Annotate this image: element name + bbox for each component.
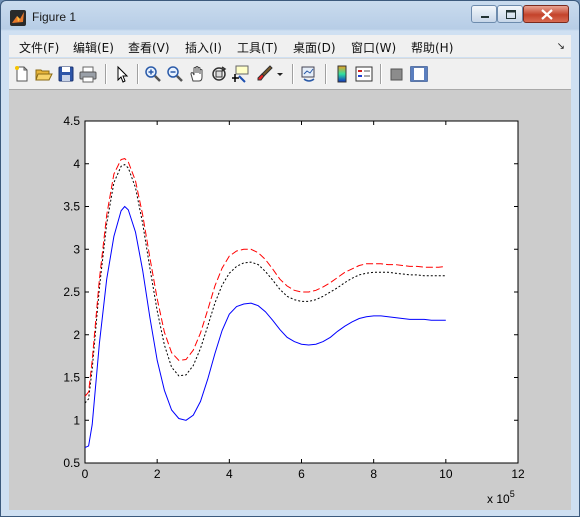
figure-toolbar xyxy=(9,58,571,90)
toolbar-separator xyxy=(292,64,294,84)
pan-hand-icon[interactable] xyxy=(188,65,206,83)
y-tick-label: 3 xyxy=(73,242,80,256)
zoom-out-icon[interactable] xyxy=(166,65,184,83)
menu-help[interactable]: 帮助(H) xyxy=(411,39,453,56)
y-tick-label: 3.5 xyxy=(63,200,80,214)
menu-desktop[interactable]: 桌面(D) xyxy=(293,39,336,56)
axes-background xyxy=(84,120,519,464)
show-plot-tools-icon[interactable] xyxy=(410,65,428,83)
x-exponent-label: x 105 xyxy=(487,489,515,506)
menu-tools[interactable]: 工具(T) xyxy=(237,39,278,56)
toolbar-separator xyxy=(325,64,327,84)
brush-icon[interactable] xyxy=(256,65,274,83)
brush-dropdown-arrow-icon[interactable] xyxy=(275,65,285,83)
menu-bar: 文件(F) 编辑(E) 查看(V) 插入(I) 工具(T) 桌面(D) 窗口(W… xyxy=(9,35,571,57)
title-bar[interactable]: Figure 1 xyxy=(1,1,579,33)
x-tick-label: 6 xyxy=(298,467,305,481)
menu-view[interactable]: 查看(V) xyxy=(128,39,170,56)
maximize-icon xyxy=(506,10,516,19)
window-title: Figure 1 xyxy=(32,10,77,24)
y-tick-label: 1.5 xyxy=(63,371,80,385)
zoom-in-icon[interactable] xyxy=(144,65,162,83)
x-tick-label: 4 xyxy=(226,467,233,481)
new-figure-icon[interactable] xyxy=(13,65,31,83)
save-figure-icon[interactable] xyxy=(57,65,75,83)
y-tick-label: 2.5 xyxy=(63,285,80,299)
y-tick-label: 4 xyxy=(73,157,80,171)
toolbar-separator xyxy=(137,64,139,84)
menu-window[interactable]: 窗口(W) xyxy=(351,39,396,56)
menu-insert[interactable]: 插入(I) xyxy=(185,39,222,56)
toolbar-separator xyxy=(105,64,107,84)
open-file-icon[interactable] xyxy=(35,65,53,83)
matlab-app-icon xyxy=(10,10,26,26)
close-icon xyxy=(541,9,553,20)
x-tick-label: 10 xyxy=(439,467,453,481)
figure-canvas: 0 2 4 6 8 10 12 0.5 1 1.5 2 2.5 3 3.5 4 4.5 x 105 xyxy=(9,90,571,510)
toolbar-separator xyxy=(380,64,382,84)
menu-file[interactable]: 文件(F) xyxy=(19,39,59,56)
x-tick-label: 12 xyxy=(511,467,525,481)
x-tick-label: 8 xyxy=(370,467,377,481)
x-tick-label: 2 xyxy=(154,467,161,481)
minimize-button[interactable] xyxy=(471,5,497,23)
print-figure-icon[interactable] xyxy=(79,65,97,83)
x-tick-label: 0 xyxy=(82,467,89,481)
menu-edit[interactable]: 编辑(E) xyxy=(73,39,114,56)
y-tick-label: 2 xyxy=(73,328,80,342)
plot-axes[interactable]: 0 2 4 6 8 10 12 0.5 1 1.5 2 2.5 3 3.5 4 4.5 x 105 xyxy=(9,90,571,510)
data-cursor-icon[interactable] xyxy=(232,65,250,83)
edit-plot-arrow-icon[interactable] xyxy=(113,65,131,83)
matlab-figure-window: Figure 1 文件(F) 编辑(E) 查看(V) 插入(I) 工具(T) 桌… xyxy=(0,0,580,517)
legend-icon[interactable] xyxy=(355,65,373,83)
rotate-3d-icon[interactable] xyxy=(210,65,228,83)
close-button[interactable] xyxy=(523,5,569,23)
y-tick-label: 0.5 xyxy=(63,456,80,470)
y-tick-label: 1 xyxy=(73,413,80,427)
link-plot-icon[interactable] xyxy=(300,65,318,83)
y-tick-label: 4.5 xyxy=(63,114,80,128)
hide-plot-tools-icon[interactable] xyxy=(388,65,406,83)
maximize-button[interactable] xyxy=(497,5,523,23)
menu-dock-arrow-icon[interactable]: ↘ xyxy=(557,41,565,52)
minimize-icon xyxy=(481,16,489,18)
colorbar-icon[interactable] xyxy=(333,65,351,83)
